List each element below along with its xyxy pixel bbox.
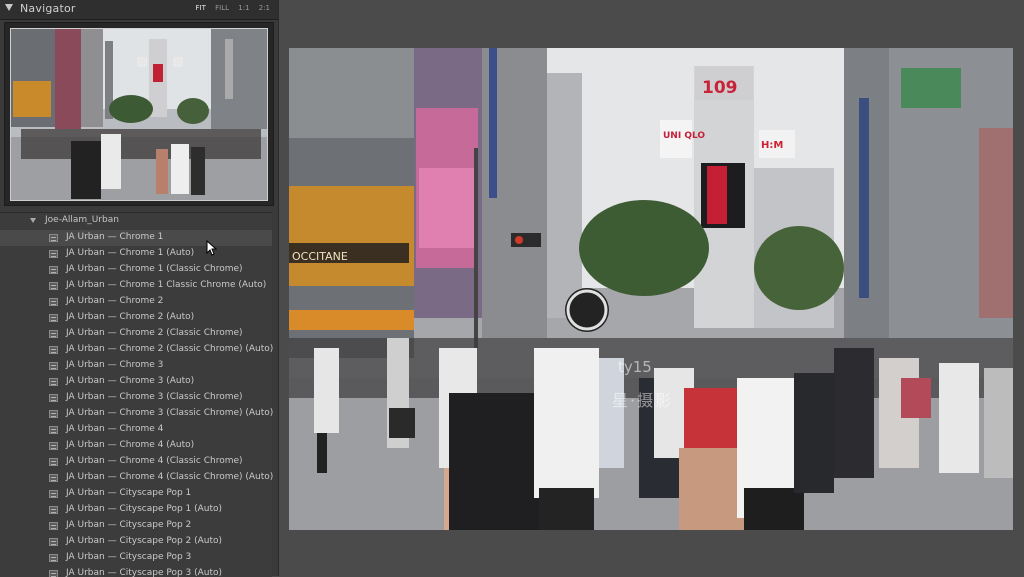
preset-label: JA Urban — Chrome 2 (Classic Chrome): [66, 328, 243, 338]
preset-icon: [49, 394, 58, 402]
preset-label: JA Urban — Chrome 3 (Auto): [66, 376, 195, 386]
preset-label: JA Urban — Cityscape Pop 3: [66, 552, 192, 562]
zoom-2-1[interactable]: 2:1: [259, 4, 270, 12]
preset-item[interactable]: JA Urban — Cityscape Pop 2: [0, 518, 272, 534]
preset-label: JA Urban — Chrome 1 Classic Chrome (Auto…: [66, 280, 267, 290]
preset-icon: [49, 314, 58, 322]
main-photo-preview[interactable]: OCCITANE 109 UNI QLO H:M: [289, 48, 1013, 530]
preset-icon: [49, 554, 58, 562]
preset-icon: [49, 298, 58, 306]
preset-icon: [49, 426, 58, 434]
preset-item[interactable]: JA Urban — Chrome 2 (Classic Chrome) (Au…: [0, 342, 274, 358]
preset-icon: [49, 442, 58, 450]
sign-occitane: OCCITANE: [292, 250, 348, 263]
preset-label: JA Urban — Chrome 3 (Classic Chrome) (Au…: [66, 408, 274, 418]
preset-label: JA Urban — Chrome 1 (Classic Chrome): [66, 264, 243, 274]
preset-icon: [49, 250, 58, 258]
preset-item[interactable]: JA Urban — Chrome 3: [0, 358, 272, 374]
folder-expand-icon[interactable]: [30, 218, 36, 223]
sign-hm: H:M: [761, 140, 783, 151]
preset-item[interactable]: JA Urban — Chrome 4 (Classic Chrome) (Au…: [0, 470, 274, 486]
preset-icon: [49, 234, 58, 242]
preset-label: JA Urban — Chrome 3: [66, 360, 164, 370]
preset-item[interactable]: JA Urban — Chrome 2: [0, 294, 272, 310]
preset-label: JA Urban — Chrome 2: [66, 296, 164, 306]
zoom-fill[interactable]: FILL: [215, 4, 229, 12]
preset-folder[interactable]: Joe-Allam_Urban: [0, 214, 272, 228]
preset-icon: [49, 538, 58, 546]
preset-icon: [49, 474, 58, 482]
preset-icon: [49, 266, 58, 274]
sign-109: 109: [702, 78, 738, 98]
collapse-triangle-icon[interactable]: [5, 4, 13, 11]
preset-label: JA Urban — Chrome 3 (Classic Chrome): [66, 392, 243, 402]
navigator-preview-frame: [4, 22, 274, 206]
preset-item[interactable]: JA Urban — Chrome 3 (Classic Chrome): [0, 390, 272, 406]
preset-item[interactable]: JA Urban — Chrome 4: [0, 422, 272, 438]
preset-icon: [49, 378, 58, 386]
preset-label: JA Urban — Chrome 2 (Classic Chrome) (Au…: [66, 344, 274, 354]
preset-item[interactable]: JA Urban — Chrome 3 (Classic Chrome) (Au…: [0, 406, 274, 422]
preset-label: JA Urban — Chrome 4 (Classic Chrome) (Au…: [66, 472, 274, 482]
preset-item[interactable]: JA Urban — Chrome 1 (Auto): [0, 246, 272, 262]
watermark-text-cn: 星·摄影: [612, 391, 674, 410]
navigator-title: Navigator: [20, 2, 76, 15]
preset-label: JA Urban — Chrome 1: [66, 232, 164, 242]
preset-item[interactable]: JA Urban — Chrome 4 (Classic Chrome): [0, 454, 272, 470]
preset-icon: [49, 506, 58, 514]
navigator-thumbnail[interactable]: [10, 28, 268, 201]
left-panel: Navigator FIT FILL 1:1 2:1 Joe-Allam_Urb…: [0, 0, 279, 577]
preset-item[interactable]: JA Urban — Cityscape Pop 1 (Auto): [0, 502, 272, 518]
preset-item[interactable]: JA Urban — Cityscape Pop 2 (Auto): [0, 534, 272, 550]
preset-icon: [49, 362, 58, 370]
preset-item[interactable]: JA Urban — Chrome 1 Classic Chrome (Auto…: [0, 278, 272, 294]
preset-item[interactable]: JA Urban — Cityscape Pop 3: [0, 550, 272, 566]
preset-label: JA Urban — Chrome 4 (Auto): [66, 440, 195, 450]
preset-label: JA Urban — Chrome 4 (Classic Chrome): [66, 456, 243, 466]
preset-item[interactable]: JA Urban — Chrome 1 (Classic Chrome): [0, 262, 272, 278]
preset-item[interactable]: JA Urban — Cityscape Pop 1: [0, 486, 272, 502]
preset-icon: [49, 490, 58, 498]
preset-label: JA Urban — Cityscape Pop 1: [66, 488, 192, 498]
navigator-header[interactable]: Navigator FIT FILL 1:1 2:1: [0, 0, 278, 20]
sign-uniqlo: UNI QLO: [663, 131, 705, 141]
presets-panel: Joe-Allam_Urban JA Urban — Chrome 1 JA U…: [0, 212, 274, 577]
preset-icon: [49, 410, 58, 418]
preset-icon: [49, 458, 58, 466]
preset-label: JA Urban — Cityscape Pop 2: [66, 520, 192, 530]
preset-label: JA Urban — Chrome 4: [66, 424, 164, 434]
mouse-cursor-icon: [206, 240, 218, 256]
preset-item[interactable]: JA Urban — Chrome 1: [0, 230, 272, 246]
preset-icon: [49, 346, 58, 354]
preset-icon: [49, 330, 58, 338]
preset-item[interactable]: JA Urban — Chrome 2 (Classic Chrome): [0, 326, 272, 342]
preset-item[interactable]: JA Urban — Chrome 2 (Auto): [0, 310, 272, 326]
watermark-text: ty15: [618, 358, 652, 376]
preset-label: JA Urban — Chrome 1 (Auto): [66, 248, 195, 258]
preset-item[interactable]: JA Urban — Cityscape Pop 3 (Auto): [0, 566, 272, 577]
zoom-fit[interactable]: FIT: [196, 4, 206, 12]
preset-item[interactable]: JA Urban — Chrome 3 (Auto): [0, 374, 272, 390]
preset-label: JA Urban — Cityscape Pop 2 (Auto): [66, 536, 223, 546]
zoom-1-1[interactable]: 1:1: [238, 4, 249, 12]
zoom-options: FIT FILL 1:1 2:1: [189, 4, 271, 12]
preset-label: JA Urban — Cityscape Pop 1 (Auto): [66, 504, 223, 514]
folder-name: Joe-Allam_Urban: [45, 215, 119, 225]
preset-item[interactable]: JA Urban — Chrome 4 (Auto): [0, 438, 272, 454]
preset-icon: [49, 522, 58, 530]
preset-label: JA Urban — Chrome 2 (Auto): [66, 312, 195, 322]
preset-icon: [49, 282, 58, 290]
